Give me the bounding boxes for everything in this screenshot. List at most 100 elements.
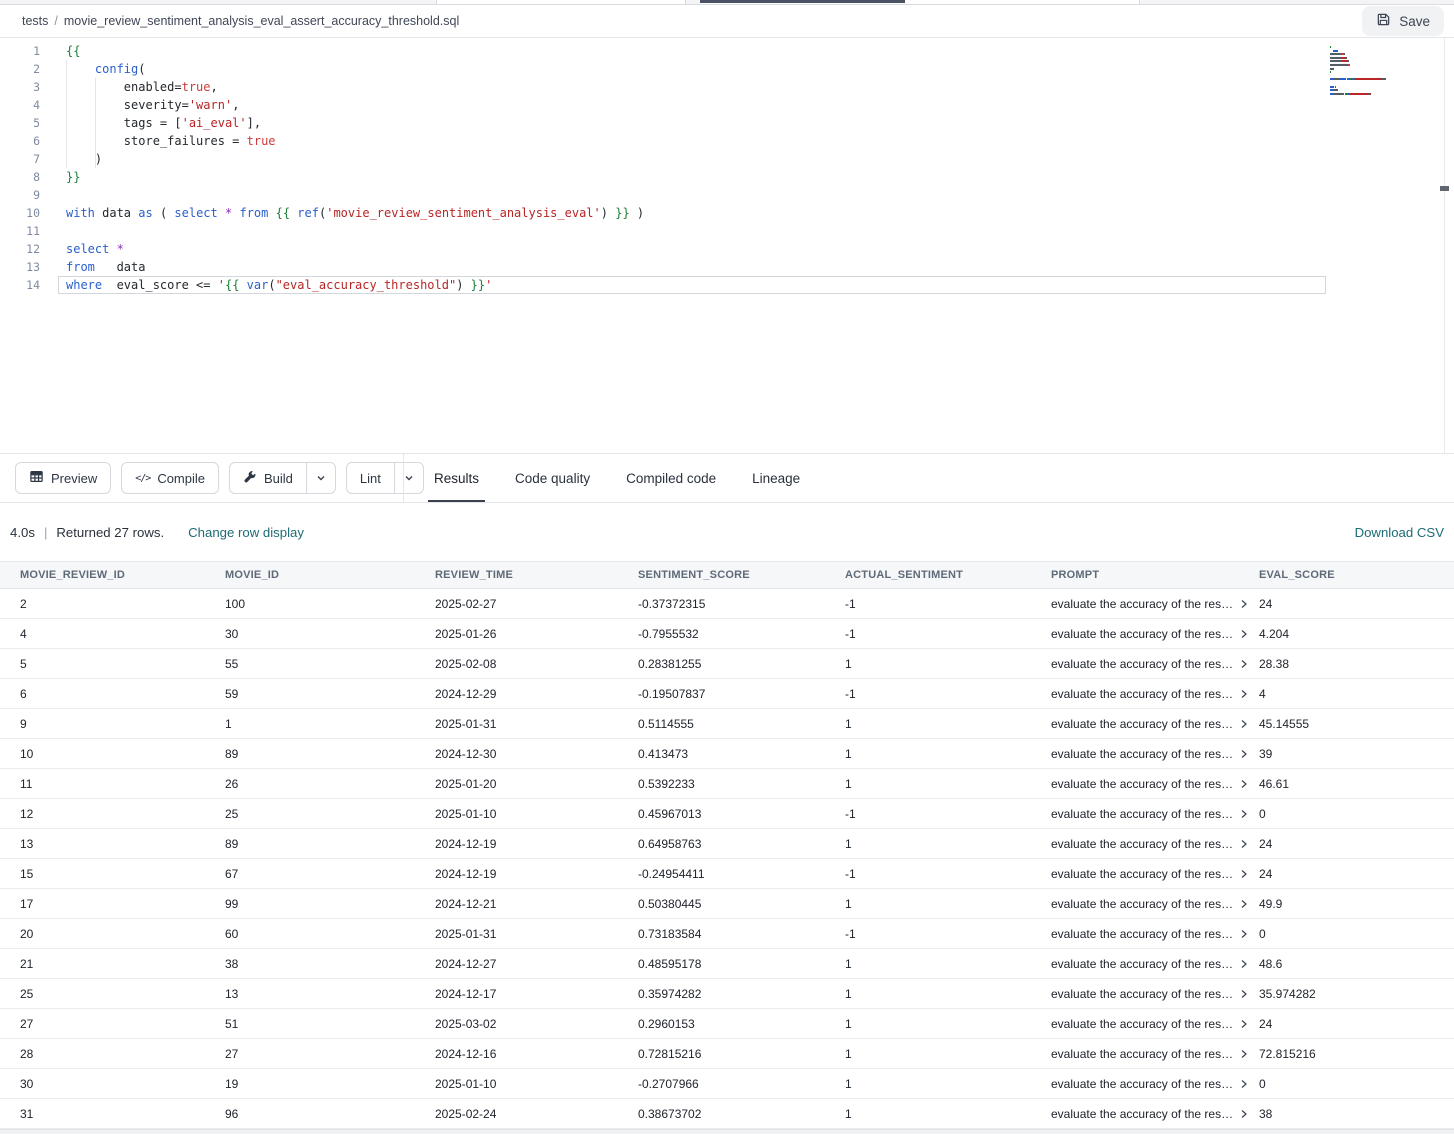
expand-prompt-chevron-icon[interactable] (1240, 1049, 1248, 1059)
code-line[interactable]: 12select * (0, 240, 1454, 258)
code-text: tags = ['ai_eval'], (40, 114, 261, 132)
cell: 6 (0, 679, 217, 709)
cell: 1 (837, 889, 1043, 919)
prompt-text: evaluate the accuracy of the res… (1051, 777, 1233, 791)
cell: -1 (837, 859, 1043, 889)
line-number: 13 (0, 258, 40, 276)
cell: 10 (0, 739, 217, 769)
prompt-text: evaluate the accuracy of the res… (1051, 597, 1233, 611)
cell: 2025-01-20 (427, 769, 630, 799)
table-row: 20602025-01-310.73183584-1evaluate the a… (0, 919, 1454, 949)
status-divider: | (44, 525, 47, 540)
cell: 1 (837, 769, 1043, 799)
horizontal-scrollbar-track[interactable] (0, 1129, 1454, 1134)
cell: 0.48595178 (630, 949, 837, 979)
cell: 27 (0, 1009, 217, 1039)
code-line[interactable]: 1{{ (0, 42, 1454, 60)
expand-prompt-chevron-icon[interactable] (1240, 659, 1248, 669)
breadcrumb-filename[interactable]: movie_review_sentiment_analysis_eval_ass… (64, 14, 459, 28)
cell: 38 (1251, 1099, 1454, 1129)
cell: 0.2960153 (630, 1009, 837, 1039)
build-dropdown-button[interactable] (306, 462, 336, 494)
prompt-text: evaluate the accuracy of the res… (1051, 657, 1233, 671)
line-number: 1 (0, 42, 40, 60)
lint-button[interactable]: Lint (346, 462, 394, 494)
tab-results[interactable]: Results (434, 454, 479, 502)
breadcrumb-folder[interactable]: tests (22, 14, 48, 28)
prompt-text: evaluate the accuracy of the res… (1051, 957, 1233, 971)
code-line[interactable]: 3 enabled=true, (0, 78, 1454, 96)
expand-prompt-chevron-icon[interactable] (1240, 629, 1248, 639)
expand-prompt-chevron-icon[interactable] (1240, 1079, 1248, 1089)
tab-code-quality[interactable]: Code quality (515, 454, 590, 502)
preview-button[interactable]: Preview (15, 462, 111, 494)
code-line[interactable]: 7 ) (0, 150, 1454, 168)
table-row: 5552025-02-080.283812551evaluate the acc… (0, 649, 1454, 679)
expand-prompt-chevron-icon[interactable] (1240, 599, 1248, 609)
expand-prompt-chevron-icon[interactable] (1240, 689, 1248, 699)
expand-prompt-chevron-icon[interactable] (1240, 989, 1248, 999)
code-line[interactable]: 13from data (0, 258, 1454, 276)
code-line[interactable]: 9 (0, 186, 1454, 204)
cell: evaluate the accuracy of the res… (1043, 799, 1251, 829)
compile-button[interactable]: </> Compile (121, 462, 219, 494)
expand-prompt-chevron-icon[interactable] (1240, 719, 1248, 729)
cell: 2 (0, 589, 217, 619)
code-text: with data as ( select * from {{ ref('mov… (40, 204, 644, 222)
file-header: tests / movie_review_sentiment_analysis_… (0, 5, 1454, 38)
line-number: 11 (0, 222, 40, 240)
minimap[interactable] (1330, 46, 1408, 96)
column-header-review_time: REVIEW_TIME (427, 562, 630, 589)
cell: evaluate the accuracy of the res… (1043, 829, 1251, 859)
cell: 4 (0, 619, 217, 649)
cell: 2025-02-24 (427, 1099, 630, 1129)
editor-scrollbar-track[interactable] (1444, 38, 1445, 453)
cell: 48.6 (1251, 949, 1454, 979)
code-text (40, 186, 66, 204)
code-editor[interactable]: 1{{2 config(3 enabled=true,4 severity='w… (0, 38, 1454, 453)
results-grid: MOVIE_REVIEW_IDMOVIE_IDREVIEW_TIMESENTIM… (0, 561, 1454, 1129)
cell: 31 (0, 1099, 217, 1129)
expand-prompt-chevron-icon[interactable] (1240, 899, 1248, 909)
expand-prompt-chevron-icon[interactable] (1240, 839, 1248, 849)
cell: evaluate the accuracy of the res… (1043, 1009, 1251, 1039)
editor-scrollbar-thumb[interactable] (1440, 186, 1449, 191)
expand-prompt-chevron-icon[interactable] (1240, 1019, 1248, 1029)
column-header-movie_id: MOVIE_ID (217, 562, 427, 589)
cell: 1 (837, 739, 1043, 769)
code-line[interactable]: 5 tags = ['ai_eval'], (0, 114, 1454, 132)
cell: 2025-01-10 (427, 1069, 630, 1099)
expand-prompt-chevron-icon[interactable] (1240, 809, 1248, 819)
browser-tab-strip (0, 0, 1454, 5)
code-line[interactable]: 2 config( (0, 60, 1454, 78)
code-line[interactable]: 8}} (0, 168, 1454, 186)
change-row-display-link[interactable]: Change row display (188, 525, 304, 540)
tab-compiled-code[interactable]: Compiled code (626, 454, 716, 502)
save-label: Save (1399, 14, 1430, 29)
cell: 2025-02-27 (427, 589, 630, 619)
expand-prompt-chevron-icon[interactable] (1240, 1109, 1248, 1119)
code-line[interactable]: 10with data as ( select * from {{ ref('m… (0, 204, 1454, 222)
code-line[interactable]: 14where eval_score <= '{{ var("eval_accu… (0, 276, 1454, 294)
prompt-text: evaluate the accuracy of the res… (1051, 687, 1233, 701)
indent-guide (95, 78, 96, 168)
build-button[interactable]: Build (229, 462, 306, 494)
cell: 24 (1251, 829, 1454, 859)
cell: 1 (837, 649, 1043, 679)
code-line[interactable]: 6 store_failures = true (0, 132, 1454, 150)
expand-prompt-chevron-icon[interactable] (1240, 929, 1248, 939)
line-number: 8 (0, 168, 40, 186)
code-line[interactable]: 11 (0, 222, 1454, 240)
results-tab-bar: Results Code quality Compiled code Lineage (404, 454, 800, 502)
save-button[interactable]: Save (1362, 6, 1444, 36)
cell: evaluate the accuracy of the res… (1043, 769, 1251, 799)
expand-prompt-chevron-icon[interactable] (1240, 779, 1248, 789)
tab-lineage[interactable]: Lineage (752, 454, 800, 502)
download-csv-link[interactable]: Download CSV (1355, 525, 1444, 540)
code-line[interactable]: 4 severity='warn', (0, 96, 1454, 114)
cell: 25 (0, 979, 217, 1009)
expand-prompt-chevron-icon[interactable] (1240, 869, 1248, 879)
expand-prompt-chevron-icon[interactable] (1240, 959, 1248, 969)
expand-prompt-chevron-icon[interactable] (1240, 749, 1248, 759)
cell: 2024-12-27 (427, 949, 630, 979)
